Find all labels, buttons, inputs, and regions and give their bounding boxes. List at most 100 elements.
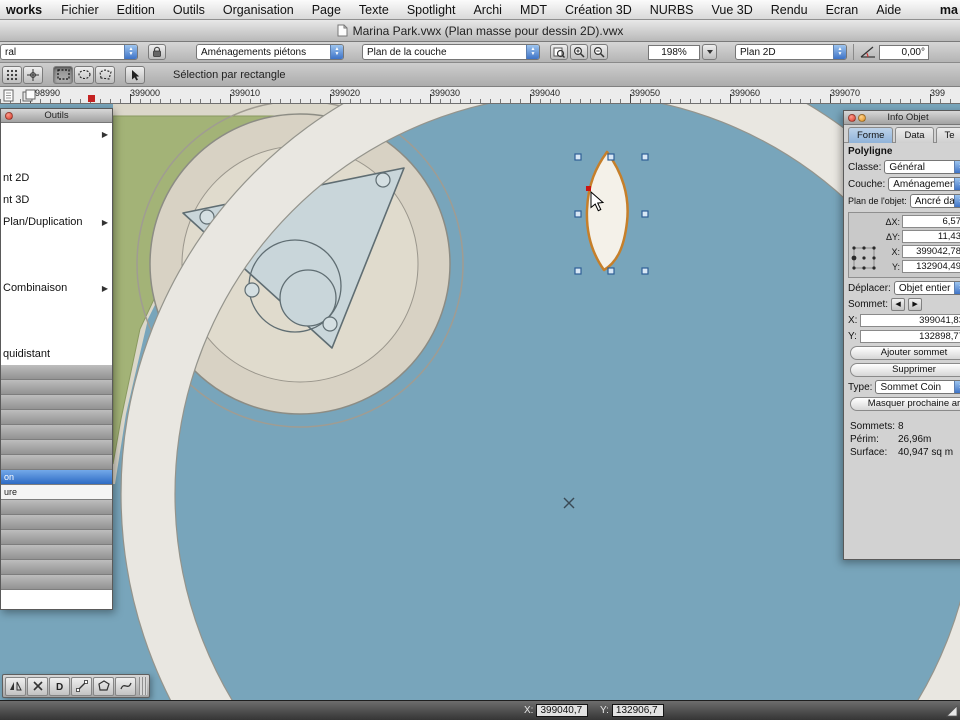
tools-menu-item[interactable]: quidistant — [1, 343, 112, 365]
classe-popup[interactable]: Général — [884, 160, 960, 174]
zoom-in-button[interactable] — [570, 44, 588, 60]
tools-menu-item[interactable] — [1, 145, 112, 167]
add-vertex-button[interactable]: Ajouter sommet — [850, 346, 960, 360]
tools-menu-item[interactable]: Plan/Duplication ▶ — [1, 211, 112, 233]
delta-y-field[interactable]: 11,43 — [902, 230, 960, 243]
plan-objet-popup[interactable]: Ancré dans — [909, 194, 960, 208]
menu-rendu[interactable]: Rendu — [762, 3, 817, 17]
delta-x-field[interactable]: 6,57 — [902, 215, 960, 228]
x-field[interactable]: 399042,78 — [902, 245, 960, 258]
next-vertex-button[interactable]: ▶ — [908, 298, 923, 311]
tool-row-selected[interactable]: on — [1, 470, 112, 485]
lasso-select-button[interactable] — [74, 65, 94, 84]
menu-edition[interactable]: Edition — [108, 3, 164, 17]
horizontal-ruler[interactable]: 398990 399000 399010 399020 399030 39904… — [0, 87, 960, 104]
delete-tool-button[interactable] — [27, 676, 48, 696]
tools-menu-item[interactable]: Combinaison ▶ — [1, 277, 112, 299]
dimension-tool-button[interactable]: D — [49, 676, 70, 696]
tool-row[interactable] — [1, 545, 112, 560]
anchor-point-widget[interactable] — [851, 245, 877, 271]
menu-vue-3d[interactable]: Vue 3D — [703, 3, 762, 17]
tool-row[interactable] — [1, 380, 112, 395]
toolbar-drag-grip[interactable] — [139, 677, 147, 695]
tools-menu-item[interactable] — [1, 299, 112, 321]
window-title-bar[interactable]: Marina Park.vwx (Plan masse pour dessin … — [0, 20, 960, 42]
marquee-rect-button[interactable] — [53, 65, 73, 84]
zoom-level-field[interactable]: 198% — [648, 44, 700, 60]
tool-row[interactable] — [1, 560, 112, 575]
tools-menu-item[interactable]: nt 3D — [1, 189, 112, 211]
mirror-tool-button[interactable] — [5, 676, 26, 696]
tools-menu-item[interactable]: ▶ — [1, 123, 112, 145]
tool-row[interactable] — [1, 530, 112, 545]
drawing-canvas[interactable] — [0, 104, 960, 700]
info-palette-title-bar[interactable]: Info Objet — [844, 111, 960, 125]
fit-view-button[interactable] — [550, 44, 568, 60]
app-menu[interactable]: works — [0, 3, 52, 17]
menu-spotlight[interactable]: Spotlight — [398, 3, 465, 17]
tool-row[interactable] — [1, 515, 112, 530]
menu-archi[interactable]: Archi — [464, 3, 510, 17]
menu-ecran[interactable]: Ecran — [817, 3, 868, 17]
tool-row[interactable] — [1, 455, 112, 470]
tool-row[interactable]: ure — [1, 485, 112, 500]
tool-row[interactable] — [1, 395, 112, 410]
snap-object-button[interactable] — [23, 65, 43, 84]
vertex-type-popup[interactable]: Sommet Coin — [875, 380, 960, 394]
line-tool-button[interactable] — [71, 676, 92, 696]
class-popup[interactable]: ral — [0, 44, 138, 60]
plane-popup[interactable]: Plan de la couche — [362, 44, 540, 60]
zoom-out-button[interactable] — [590, 44, 608, 60]
tools-menu-item[interactable]: nt 2D — [1, 167, 112, 189]
layers-icon[interactable] — [22, 89, 38, 102]
menu-page[interactable]: Page — [303, 3, 350, 17]
close-icon[interactable] — [848, 113, 856, 122]
close-icon[interactable] — [5, 111, 13, 120]
menu-fichier[interactable]: Fichier — [52, 3, 108, 17]
lock-icon — [153, 46, 161, 57]
y-field[interactable]: 132904,49 — [902, 260, 960, 273]
tools-palette-title-bar[interactable]: Outils — [1, 109, 112, 123]
page-icon[interactable] — [3, 89, 19, 102]
delete-vertex-button[interactable]: Supprimer — [850, 363, 960, 377]
couche-popup[interactable]: Aménagements pié — [888, 177, 960, 191]
deplacer-popup[interactable]: Objet entier — [893, 281, 960, 295]
prev-vertex-button[interactable]: ◀ — [891, 298, 906, 311]
polygon-select-button[interactable] — [95, 65, 115, 84]
hide-next-edge-button[interactable]: Masquer prochaine ar — [850, 397, 960, 411]
active-vertex-marker[interactable] — [586, 186, 591, 191]
menu-mdt[interactable]: MDT — [511, 3, 556, 17]
collapse-icon[interactable] — [858, 113, 866, 122]
tools-menu-item[interactable] — [1, 321, 112, 343]
menu-nurbs[interactable]: NURBS — [641, 3, 703, 17]
tab-texture[interactable]: Te — [935, 127, 960, 143]
curve-tool-button[interactable] — [115, 676, 136, 696]
view-popup[interactable]: Plan 2D — [735, 44, 847, 60]
polygon-tool-button[interactable] — [93, 676, 114, 696]
tools-menu-item[interactable] — [1, 233, 112, 255]
layer-popup[interactable]: Aménagements piétons — [196, 44, 344, 60]
vertex-x-field[interactable]: 399041,83 — [860, 314, 960, 327]
lock-button[interactable] — [148, 44, 166, 60]
menu-organisation[interactable]: Organisation — [214, 3, 303, 17]
zoom-menu-button[interactable] — [702, 44, 717, 60]
menu-aide[interactable]: Aide — [867, 3, 910, 17]
arrow-select-button[interactable] — [125, 65, 145, 84]
menu-outils[interactable]: Outils — [164, 3, 214, 17]
grid-snap-button[interactable] — [2, 65, 22, 84]
tab-data[interactable]: Data — [895, 127, 934, 143]
tool-row[interactable] — [1, 440, 112, 455]
tool-row[interactable] — [1, 410, 112, 425]
vertex-y-field[interactable]: 132898,77 — [859, 330, 960, 343]
window-resize-grip[interactable] — [946, 705, 958, 717]
menu-texte[interactable]: Texte — [350, 3, 398, 17]
vertex-type-row: Type: Sommet Coin — [848, 380, 960, 394]
tool-row[interactable] — [1, 365, 112, 380]
tool-row[interactable] — [1, 500, 112, 515]
tab-forme[interactable]: Forme — [848, 127, 894, 143]
tools-menu-item[interactable] — [1, 255, 112, 277]
tool-row[interactable] — [1, 425, 112, 440]
menu-creation-3d[interactable]: Création 3D — [556, 3, 641, 17]
angle-field[interactable]: 0,00° — [879, 44, 929, 60]
tool-row[interactable] — [1, 575, 112, 590]
